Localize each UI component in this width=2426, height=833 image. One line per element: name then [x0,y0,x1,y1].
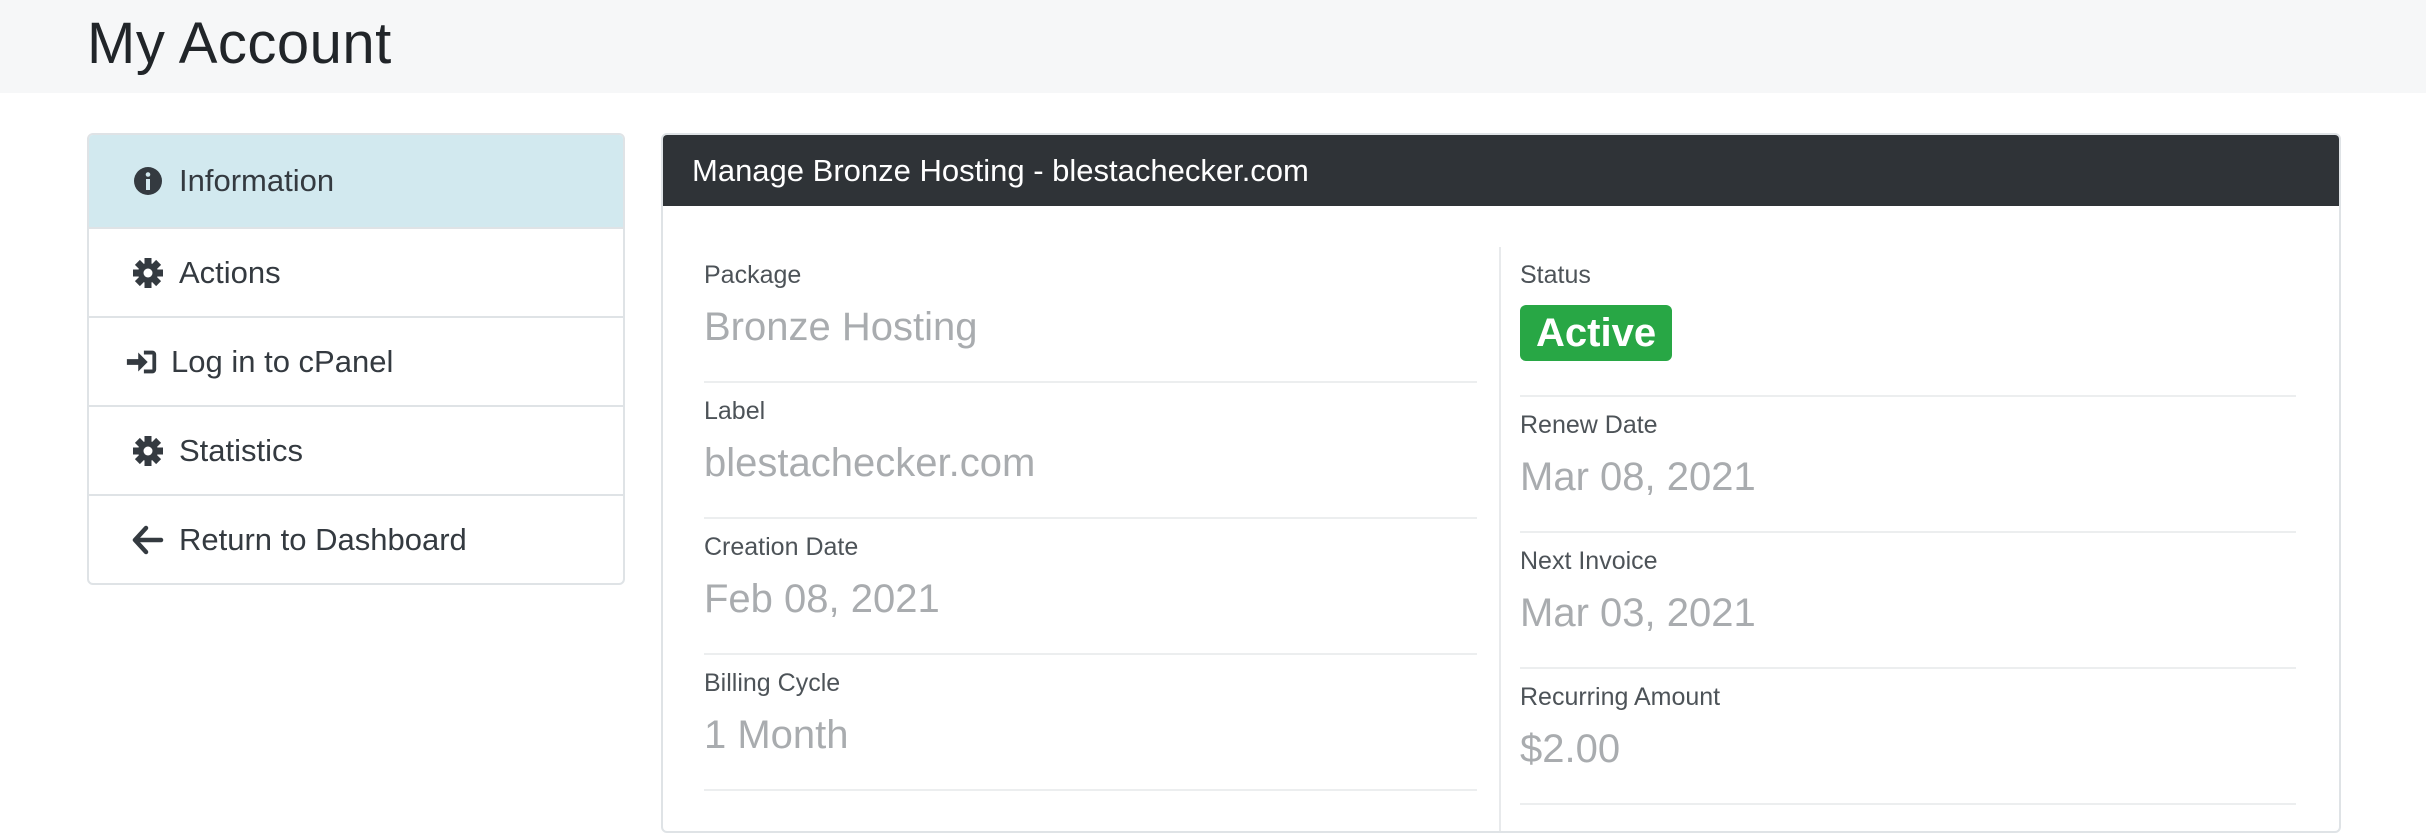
field-label: Status [1520,261,1591,289]
field-label: Next Invoice [1520,547,1658,575]
recurring-amount-field: Recurring Amount $2.00 [1520,669,2296,805]
page-header-bar: My Account [0,0,2426,93]
sidebar-item-statistics[interactable]: Statistics [89,405,623,494]
arrow-left-icon [131,523,165,557]
field-label: Label [704,397,766,425]
renew-date-field: Renew Date Mar 08, 2021 [1520,397,2296,533]
gear-icon [131,434,165,468]
sidebar-item-label: Log in to cPanel [171,343,394,379]
panel-title: Manage Bronze Hosting - blestachecker.co… [663,135,2339,206]
details-right-column: Status Active Renew Date Mar 08, 2021 Ne… [1520,247,2296,805]
sidebar-item-label: Return to Dashboard [179,521,467,557]
field-value: $2.00 [1520,727,1621,771]
page-title: My Account [87,11,392,76]
status-field: Status Active [1520,247,2296,397]
info-circle-icon [131,164,165,198]
column-divider [1499,247,1501,831]
next-invoice-field: Next Invoice Mar 03, 2021 [1520,533,2296,669]
field-label: Renew Date [1520,411,1658,439]
label-field: Label blestachecker.com [704,383,1477,519]
sidebar-item-information[interactable]: Information [89,135,623,227]
field-label: Creation Date [704,533,859,561]
package-field: Package Bronze Hosting [704,247,1477,383]
billing-cycle-field: Billing Cycle 1 Month [704,655,1477,791]
field-value: Mar 08, 2021 [1520,455,1756,499]
gear-icon [131,256,165,290]
field-label: Billing Cycle [704,669,841,697]
field-value: Feb 08, 2021 [704,577,940,621]
sign-in-icon [125,345,161,379]
field-value: 1 Month [704,713,849,757]
field-label: Package [704,261,802,289]
field-label: Recurring Amount [1520,683,1721,711]
sidebar-item-log-in-cpanel[interactable]: Log in to cPanel [89,316,623,405]
sidebar-item-label: Actions [179,254,281,290]
service-details-panel: Manage Bronze Hosting - blestachecker.co… [661,133,2341,833]
sidebar-item-return-dashboard[interactable]: Return to Dashboard [89,494,623,583]
field-value: Bronze Hosting [704,305,978,349]
sidebar-item-actions[interactable]: Actions [89,227,623,316]
field-value: blestachecker.com [704,441,1036,485]
sidebar-item-label: Information [179,163,335,198]
creation-date-field: Creation Date Feb 08, 2021 [704,519,1477,655]
sidebar-item-label: Statistics [179,432,304,468]
sidebar-nav: Information Actions Log in to cPanel Sta… [87,133,625,585]
details-left-column: Package Bronze Hosting Label blestacheck… [704,247,1477,791]
field-value: Mar 03, 2021 [1520,591,1756,635]
status-badge: Active [1520,305,1673,361]
